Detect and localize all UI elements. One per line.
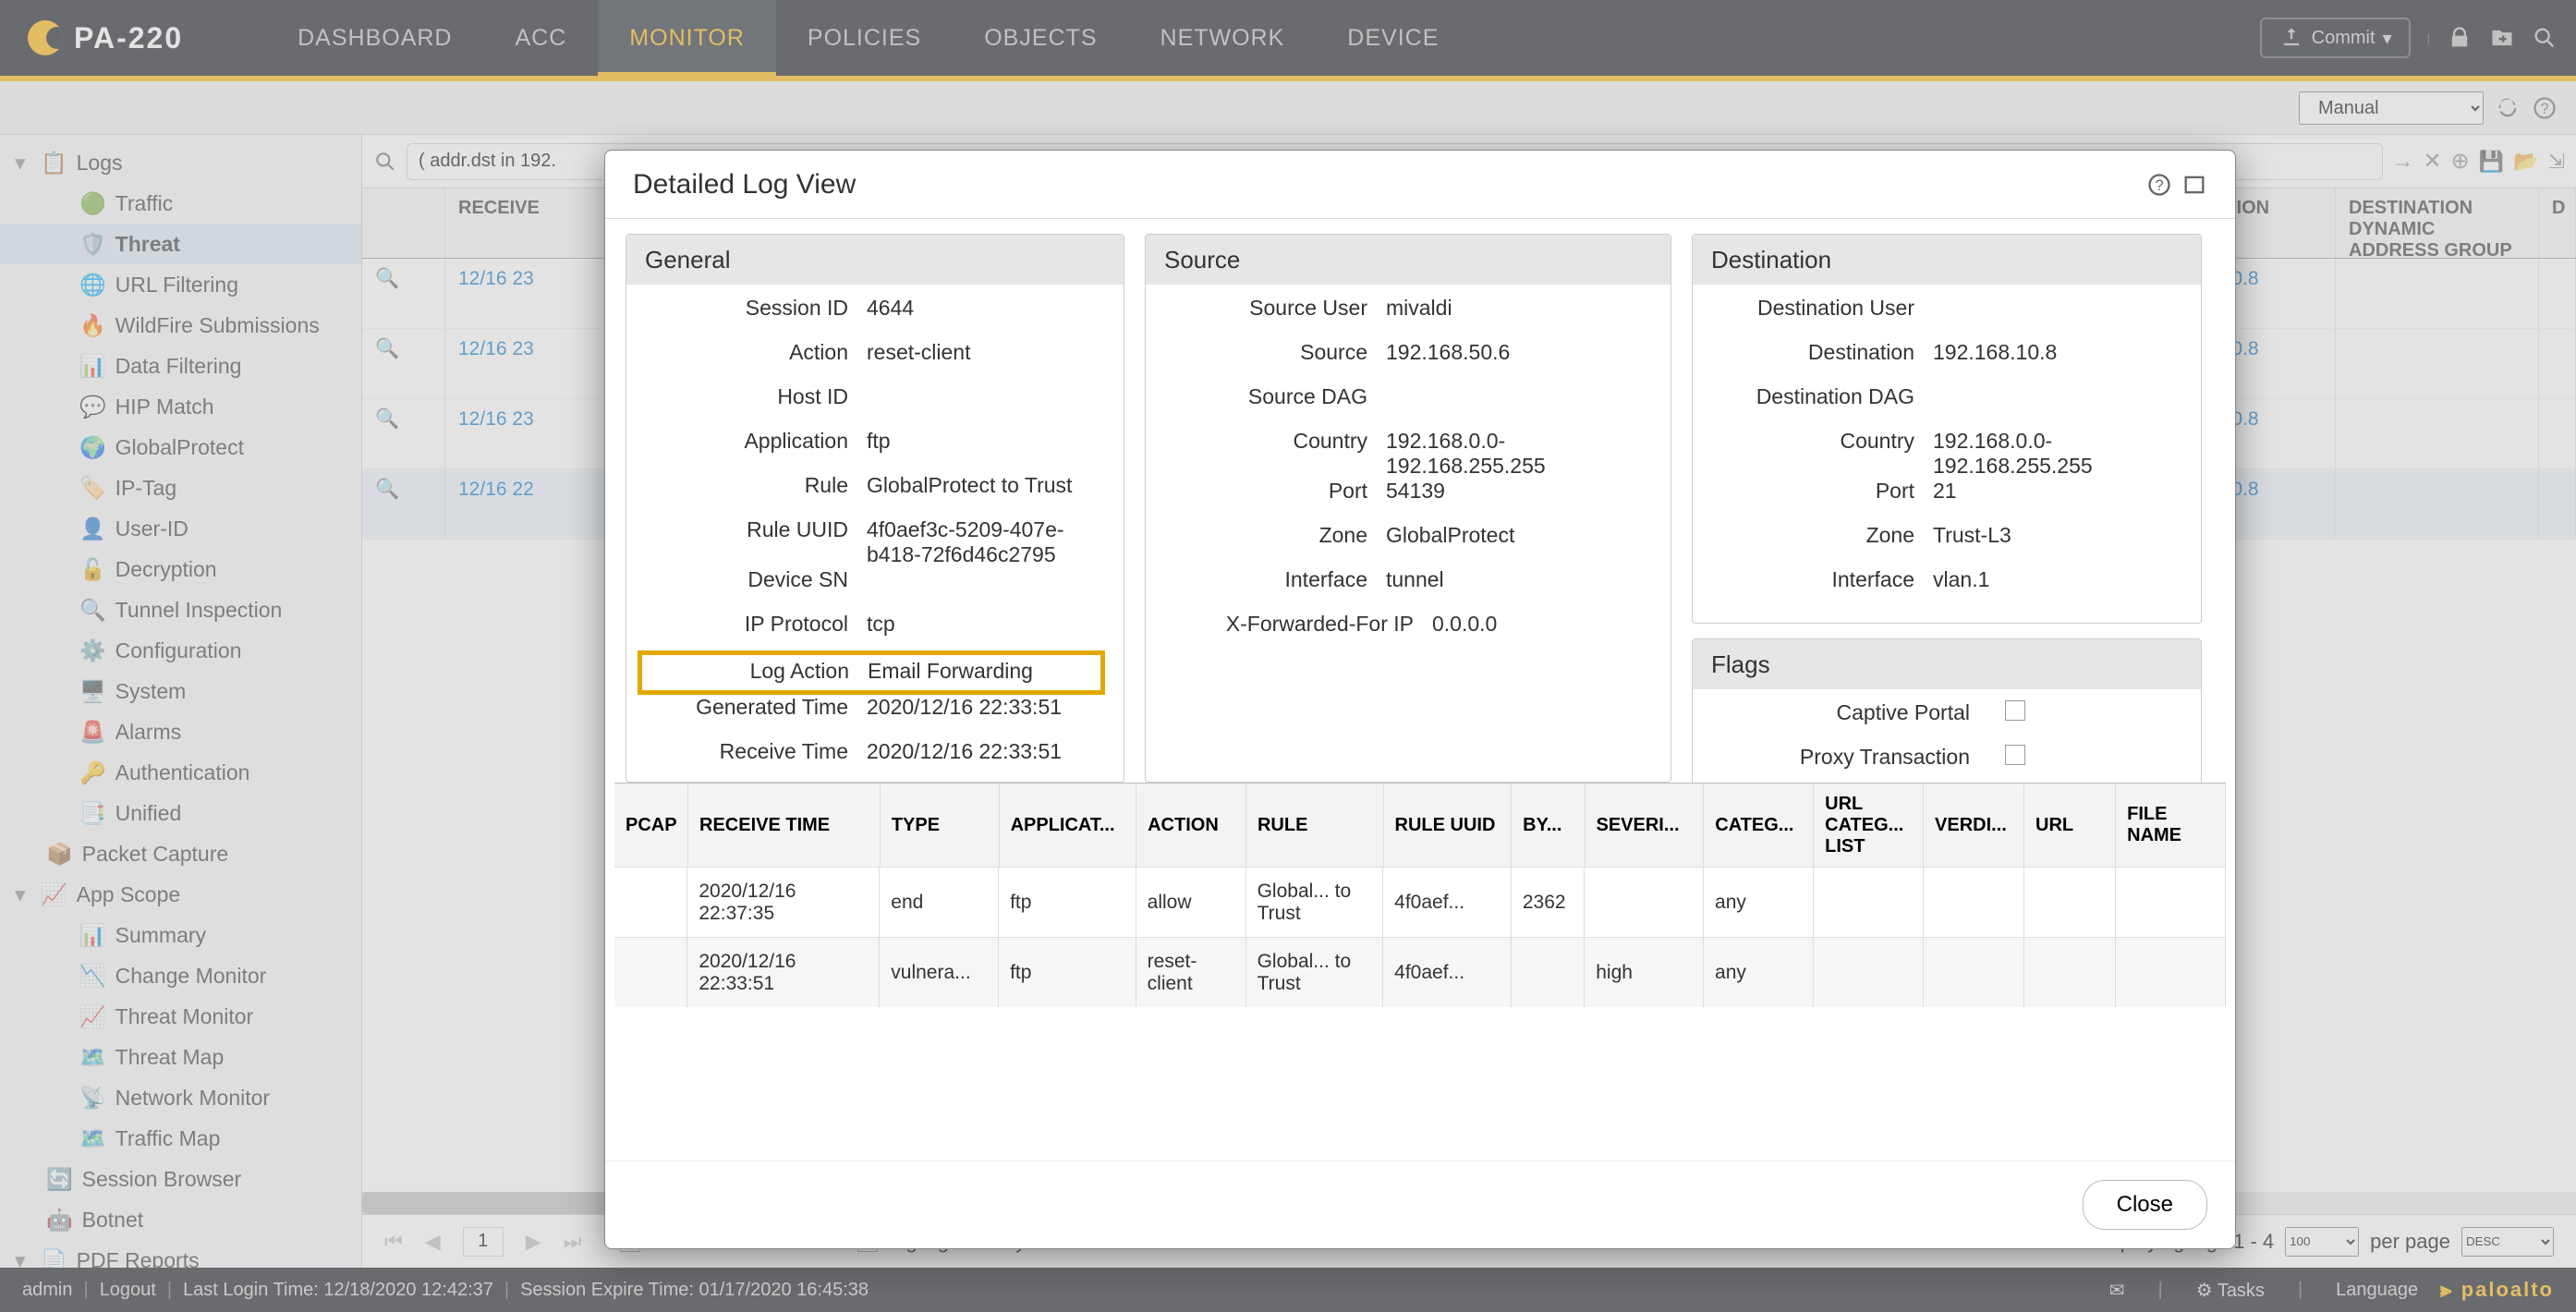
modal-table-row[interactable]: 2020/12/16 22:37:35 end ftp allow Global… [614, 867, 2226, 937]
source-title: Source [1146, 235, 1671, 285]
flags-pane: Flags Captive Portal Proxy Transaction [1692, 638, 2202, 783]
proxy-transaction-checkbox [2005, 745, 2025, 765]
modal-window-icon[interactable] [2181, 172, 2207, 198]
log-action-highlight: Log ActionEmail Forwarding [638, 650, 1105, 695]
general-title: General [626, 235, 1124, 285]
modal-help-icon[interactable]: ? [2146, 172, 2172, 198]
destination-pane: Destination Destination User Destination… [1692, 234, 2202, 624]
general-pane: General Session ID4644 Actionreset-clien… [626, 234, 1124, 783]
modal-title: Detailed Log View [633, 169, 856, 200]
modal-table: PCAP RECEIVE TIME TYPE APPLICAT... ACTIO… [614, 783, 2226, 1007]
detailed-log-view-modal: Detailed Log View ? General Session ID46… [604, 150, 2236, 1249]
source-pane: Source Source Usermivaldi Source192.168.… [1145, 234, 1671, 783]
captive-portal-checkbox [2005, 700, 2025, 721]
destination-title: Destination [1693, 235, 2201, 285]
svg-text:?: ? [2155, 176, 2163, 193]
modal-table-row[interactable]: 2020/12/16 22:33:51 vulnera... ftp reset… [614, 937, 2226, 1007]
close-button[interactable]: Close [2083, 1180, 2207, 1230]
flags-title: Flags [1693, 639, 2201, 689]
